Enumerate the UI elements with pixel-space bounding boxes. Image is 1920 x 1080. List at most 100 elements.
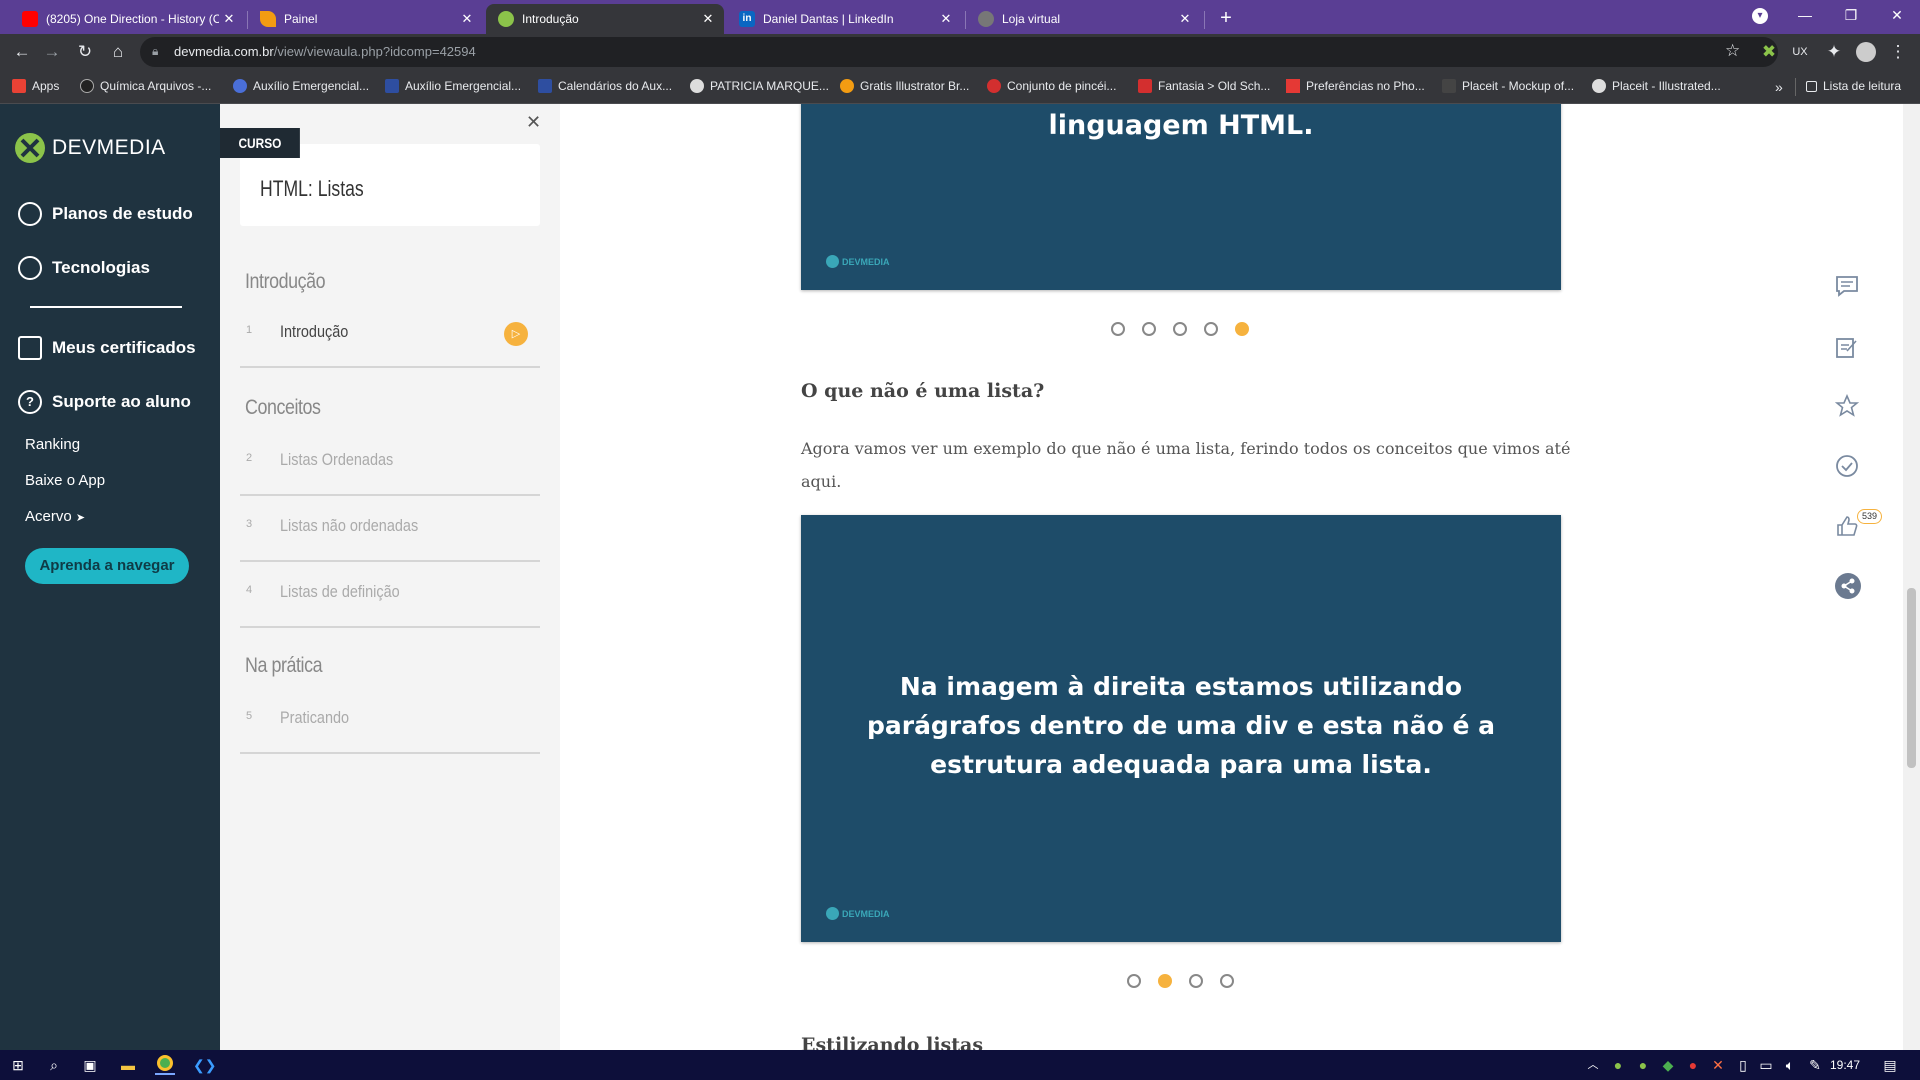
pen-icon[interactable]: ✎ — [1805, 1055, 1825, 1075]
nav-tecnologias[interactable]: Tecnologias — [18, 256, 150, 280]
url-text[interactable]: devmedia.com.br/view/viewaula.php?idcomp… — [174, 44, 476, 59]
bookmark-item[interactable]: Placeit - Mockup of... — [1442, 79, 1574, 93]
comment-icon[interactable] — [1834, 275, 1860, 301]
carousel-dot[interactable] — [1189, 974, 1203, 988]
nav-acervo[interactable]: Acervo ➤ — [25, 508, 85, 525]
minimize-button[interactable]: — — [1782, 0, 1828, 30]
tab-search-icon[interactable]: ▾ — [1752, 8, 1768, 24]
bookmark-item[interactable]: Calendários do Aux... — [538, 79, 672, 93]
back-icon[interactable]: ← — [10, 40, 34, 64]
vscode-icon[interactable]: ❮❯ — [193, 1055, 216, 1075]
search-icon[interactable]: ⌕ — [44, 1055, 64, 1075]
carousel-dot[interactable] — [1173, 322, 1187, 336]
tab-introducao[interactable]: Introdução ✕ — [486, 4, 724, 34]
notes-icon[interactable] — [1834, 335, 1860, 361]
bookmark-item[interactable]: Gratis Illustrator Br... — [840, 79, 969, 93]
bookmark-item[interactable]: Conjunto de pincéi... — [987, 79, 1116, 93]
tab-linkedin[interactable]: in Daniel Dantas | LinkedIn ✕ — [727, 4, 962, 34]
nav-planos-de-estudo[interactable]: Planos de estudo — [18, 202, 193, 226]
close-tab-icon[interactable]: ✕ — [457, 11, 477, 27]
devmedia-logo-icon — [826, 255, 839, 268]
devmedia-logo[interactable]: DEVMEDIA — [14, 132, 166, 164]
bookmark-item[interactable]: Auxílio Emergencial... — [233, 79, 369, 93]
home-icon[interactable]: ⌂ — [106, 40, 130, 64]
check-icon[interactable] — [1834, 454, 1860, 480]
nav-meus-certificados[interactable]: Meus certificados — [18, 336, 196, 360]
scrollbar[interactable] — [1903, 104, 1920, 1050]
bookmark-apps[interactable]: Apps — [12, 79, 59, 93]
close-tab-icon[interactable]: ✕ — [936, 11, 956, 27]
close-tab-icon[interactable]: ✕ — [1175, 11, 1195, 27]
menu-icon[interactable]: ⋮ — [1886, 40, 1910, 64]
linkedin-icon: in — [739, 11, 755, 27]
bookmark-item[interactable]: PATRICIA MARQUE... — [690, 79, 829, 93]
carousel-dot-active[interactable] — [1235, 322, 1249, 336]
bookmark-star-icon[interactable]: ☆ — [1725, 41, 1740, 61]
profile-avatar[interactable] — [1856, 42, 1876, 62]
bookmark-item[interactable]: Preferências no Pho... — [1286, 79, 1425, 93]
carousel-dot[interactable] — [1111, 322, 1125, 336]
carousel-dot[interactable] — [1204, 322, 1218, 336]
restore-button[interactable]: ❐ — [1828, 0, 1874, 30]
new-tab-button[interactable]: + — [1214, 6, 1238, 30]
tray-app-icon[interactable]: ◆ — [1658, 1055, 1678, 1075]
close-panel-button[interactable]: ✕ — [526, 112, 541, 133]
ux-extension-icon[interactable]: UX — [1788, 40, 1812, 64]
bookmark-icon — [1138, 79, 1152, 93]
carousel-dot-active[interactable] — [1158, 974, 1172, 988]
tab-youtube[interactable]: (8205) One Direction - History (C ✕ — [10, 4, 245, 34]
close-tab-icon[interactable]: ✕ — [698, 11, 718, 27]
nav-ranking[interactable]: Ranking — [25, 436, 80, 453]
tab-painel[interactable]: Painel ✕ — [248, 4, 483, 34]
bookmark-item[interactable]: Auxílio Emergencial... — [385, 79, 521, 93]
lesson-listas-nao-ordenadas[interactable]: 3 Listas não ordenadas — [240, 496, 540, 562]
tab-loja-virtual[interactable]: Loja virtual ✕ — [966, 4, 1201, 34]
lesson-praticando[interactable]: 5 Praticando — [240, 688, 540, 754]
tray-app-icon[interactable]: ● — [1608, 1055, 1628, 1075]
lesson-introducao[interactable]: 1 Introdução ▷ — [240, 302, 540, 368]
reload-icon[interactable]: ↻ — [73, 40, 97, 64]
tray-app-icon[interactable]: ● — [1633, 1055, 1653, 1075]
lesson-listas-de-definicao[interactable]: 4 Listas de definição — [240, 562, 540, 628]
like-icon[interactable] — [1834, 514, 1860, 540]
bookmark-item[interactable]: Química Arquivos -... — [80, 79, 211, 93]
task-view-icon[interactable]: ▣ — [80, 1055, 100, 1075]
close-window-button[interactable]: ✕ — [1874, 0, 1920, 30]
extensions-puzzle-icon[interactable]: ✦ — [1822, 40, 1846, 64]
section-paragraph: Agora vamos ver um exemplo do que não é … — [801, 439, 1571, 491]
carousel-dot[interactable] — [1127, 974, 1141, 988]
bookmark-item[interactable]: Placeit - Illustrated... — [1592, 79, 1721, 93]
battery-icon[interactable]: ▯ — [1733, 1055, 1753, 1075]
close-tab-icon[interactable]: ✕ — [219, 11, 239, 27]
reading-list-button[interactable]: Lista de leitura — [1806, 79, 1901, 93]
bookmark-item[interactable]: Fantasia > Old Sch... — [1138, 79, 1270, 93]
share-icon[interactable] — [1835, 573, 1861, 599]
forward-icon[interactable]: → — [40, 40, 64, 64]
bookmarks-overflow-button[interactable]: » — [1775, 79, 1783, 95]
nav-suporte-ao-aluno[interactable]: ? Suporte ao aluno — [18, 390, 191, 414]
scrollbar-thumb[interactable] — [1907, 588, 1916, 768]
address-bar[interactable]: 🔒︎ devmedia.com.br/view/viewaula.php?idc… — [140, 37, 1778, 67]
carousel-dot[interactable] — [1142, 322, 1156, 336]
lesson-number: 3 — [246, 518, 253, 530]
file-explorer-icon[interactable]: ▬ — [118, 1055, 138, 1075]
windows-start-icon[interactable]: ⊞ — [8, 1055, 28, 1075]
tray-chevron-icon[interactable]: ︿ — [1583, 1055, 1603, 1075]
chrome-icon[interactable] — [155, 1055, 175, 1075]
clock-time[interactable]: 19:47 — [1830, 1058, 1860, 1072]
volume-icon[interactable]: 🔈︎ — [1780, 1055, 1800, 1075]
tray-app-icon[interactable]: ✕ — [1708, 1055, 1728, 1075]
play-icon[interactable]: ▷ — [504, 322, 528, 346]
carousel-dot[interactable] — [1220, 974, 1234, 988]
globe-icon — [978, 11, 994, 27]
tray-app-icon[interactable]: ● — [1683, 1055, 1703, 1075]
star-icon[interactable] — [1834, 393, 1860, 420]
devmedia-icon — [498, 11, 514, 27]
network-icon[interactable]: ▭ — [1756, 1055, 1776, 1075]
lesson-listas-ordenadas[interactable]: 2 Listas Ordenadas — [240, 430, 540, 496]
aprenda-a-navegar-button[interactable]: Aprenda a navegar — [25, 548, 189, 584]
notifications-icon[interactable]: ▤ — [1880, 1055, 1900, 1075]
nav-baixe-o-app[interactable]: Baixe o App — [25, 472, 105, 489]
extension-icon[interactable]: ✖ — [1757, 40, 1781, 64]
carousel-dots-1 — [1111, 322, 1249, 336]
